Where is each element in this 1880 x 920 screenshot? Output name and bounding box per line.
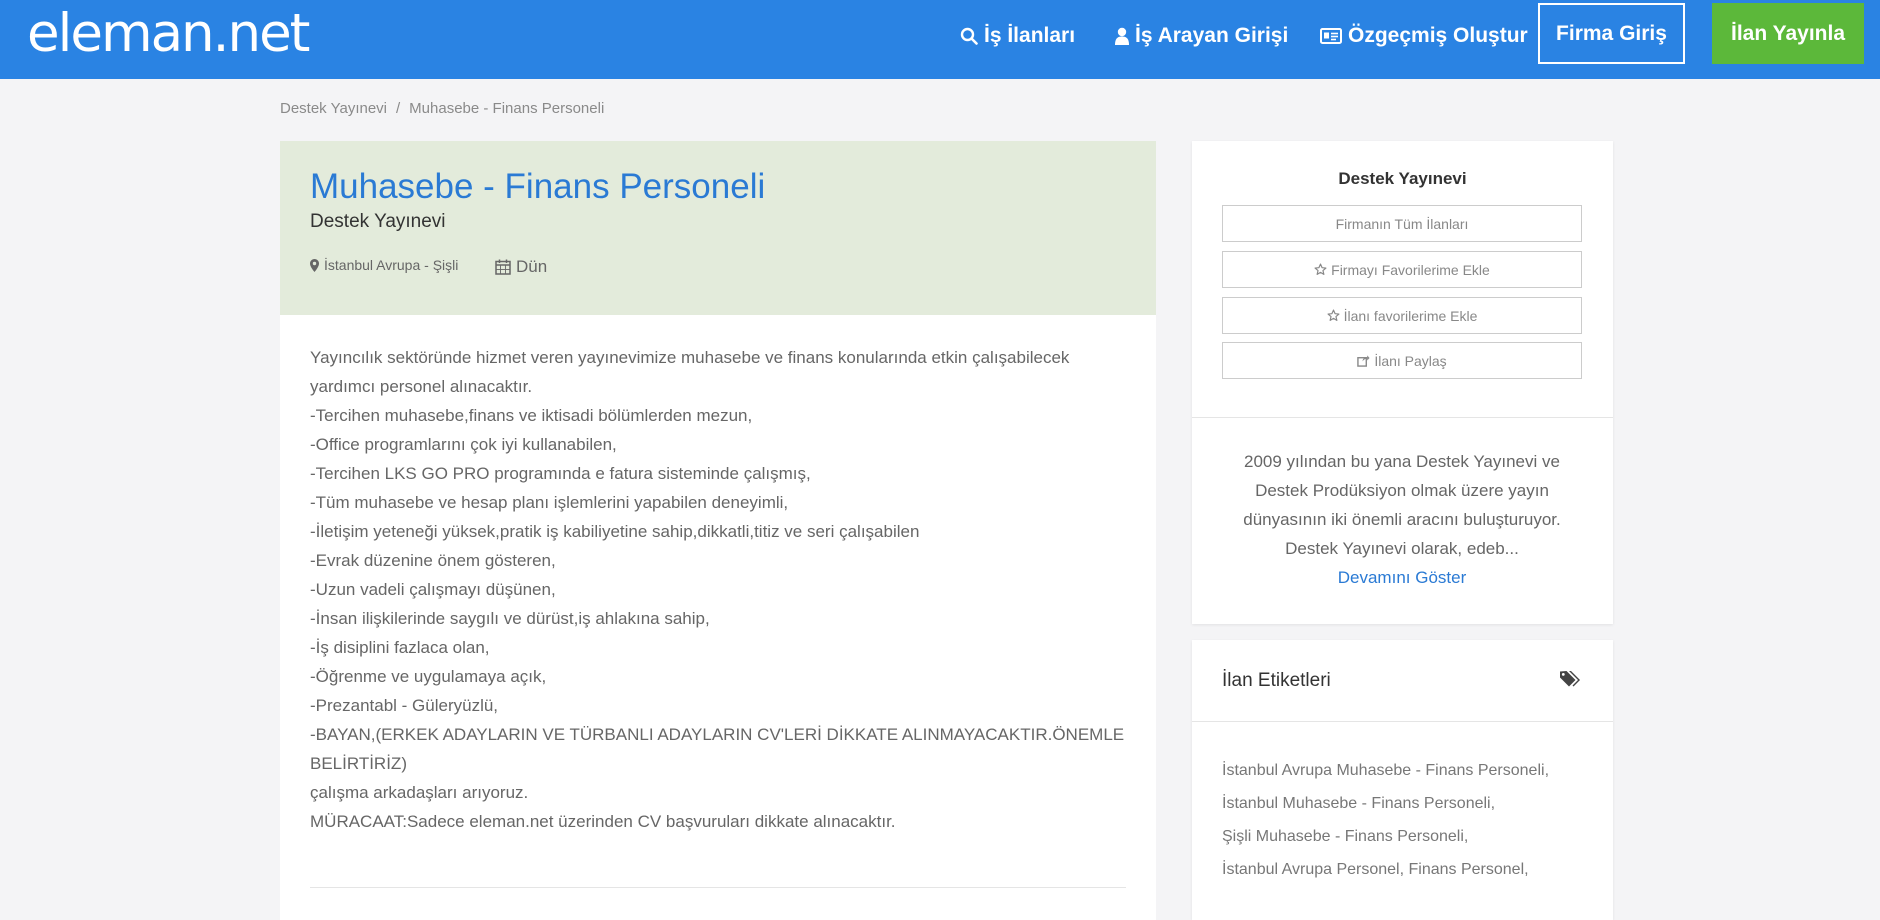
star-outline-icon <box>1314 263 1327 275</box>
id-card-icon <box>1320 28 1342 44</box>
company-about: 2009 yılından bu yana Destek Yayınevi ve… <box>1222 447 1582 592</box>
tag-list: İstanbul Avrupa Muhasebe - Finans Person… <box>1222 754 1572 886</box>
star-outline-icon <box>1327 309 1340 321</box>
nav-seeker-login[interactable]: İş Arayan Girişi <box>1115 20 1288 52</box>
job-company-name[interactable]: Destek Yayınevi <box>310 211 446 233</box>
section-divider <box>310 887 1126 888</box>
nav-job-listings-label: İş İlanları <box>984 24 1076 47</box>
map-marker-icon <box>310 258 319 272</box>
job-tags-card: İlan Etiketleri İstanbul Avrupa Muhasebe… <box>1192 640 1613 920</box>
card-divider <box>1192 417 1613 418</box>
description-line: çalışma arkadaşları arıyoruz. <box>310 783 529 802</box>
user-icon <box>1115 27 1129 45</box>
description-line: -Tercihen muhasebe,finans ve iktisadi bö… <box>310 406 753 425</box>
tag-link[interactable]: Şişli Muhasebe - Finans Personeli, <box>1222 828 1468 845</box>
tag-link[interactable]: İstanbul Avrupa Personel, <box>1222 861 1404 878</box>
description-line: -Prezantabl - Güleryüzlü, <box>310 696 499 715</box>
job-tags-title: İlan Etiketleri <box>1222 670 1331 691</box>
job-title: Muhasebe - Finans Personeli <box>310 167 766 206</box>
tag-link[interactable]: Finans Personel, <box>1409 861 1529 878</box>
all-company-jobs-label: Firmanın Tüm İlanları <box>1335 215 1469 232</box>
nav-job-listings[interactable]: İş İlanları <box>960 20 1075 52</box>
description-line: -Tercihen LKS GO PRO programında e fatur… <box>310 464 811 483</box>
card-divider <box>1192 721 1613 722</box>
description-line: MÜRACAAT:Sadece eleman.net üzerinden CV … <box>310 812 896 831</box>
job-description: Yayıncılık sektöründe hizmet veren yayın… <box>310 343 1130 836</box>
description-line: -Öğrenme ve uygulamaya açık, <box>310 667 547 686</box>
favorite-job-button[interactable]: İlanı favorilerime Ekle <box>1222 297 1582 334</box>
description-line: Yayıncılık sektöründe hizmet veren yayın… <box>310 348 1070 396</box>
share-icon <box>1357 355 1370 367</box>
company-card: Destek Yayınevi Firmanın Tüm İlanları Fi… <box>1192 141 1613 624</box>
nav-create-cv[interactable]: Özgeçmiş Oluştur <box>1320 20 1528 52</box>
job-description-card: Yayıncılık sektöründe hizmet veren yayın… <box>280 315 1156 920</box>
description-line: -Uzun vadeli çalışmayı düşünen, <box>310 580 556 599</box>
description-line: -BAYAN,(ERKEK ADAYLARIN VE TÜRBANLI ADAY… <box>310 725 1125 773</box>
tags-icon <box>1560 671 1580 687</box>
breadcrumb-separator: / <box>396 100 401 117</box>
company-card-name: Destek Yayınevi <box>1338 169 1467 188</box>
tag-link[interactable]: İstanbul Avrupa Muhasebe - Finans Person… <box>1222 762 1549 779</box>
favorite-job-label: İlanı favorilerime Ekle <box>1343 307 1478 324</box>
description-line: -İş disiplini fazlaca olan, <box>310 638 490 657</box>
nav-create-cv-label: Özgeçmiş Oluştur <box>1348 24 1528 47</box>
company-about-text: 2009 yılından bu yana Destek Yayınevi ve… <box>1243 452 1561 558</box>
description-line: -Evrak düzenine önem gösteren, <box>310 551 556 570</box>
breadcrumb-current: Muhasebe - Finans Personeli <box>409 100 605 117</box>
favorite-company-button[interactable]: Firmayı Favorilerime Ekle <box>1222 251 1582 288</box>
description-line: -İletişim yeteneği yüksek,pratik iş kabi… <box>310 522 920 541</box>
all-company-jobs-button[interactable]: Firmanın Tüm İlanları <box>1222 205 1582 242</box>
description-line: -Office programlarını çok iyi kullanabil… <box>310 435 617 454</box>
breadcrumb-company-link[interactable]: Destek Yayınevi <box>280 100 387 117</box>
site-logo[interactable]: eleman.net <box>27 4 310 64</box>
job-location-text: İstanbul Avrupa - Şişli <box>324 257 459 273</box>
show-more-link[interactable]: Devamını Göster <box>1338 568 1467 587</box>
tag-link[interactable]: İstanbul Muhasebe - Finans Personeli, <box>1222 795 1495 812</box>
top-navbar: eleman.net İş İlanları İş Arayan Girişi … <box>0 0 1880 79</box>
search-icon <box>960 27 978 45</box>
share-job-label: İlanı Paylaş <box>1374 352 1447 369</box>
company-login-button[interactable]: Firma Giriş <box>1538 3 1685 64</box>
share-job-button[interactable]: İlanı Paylaş <box>1222 342 1582 379</box>
job-header: Muhasebe - Finans Personeli Destek Yayın… <box>280 141 1156 315</box>
job-location: İstanbul Avrupa - Şişli <box>310 257 458 273</box>
post-job-button[interactable]: İlan Yayınla <box>1712 3 1864 64</box>
job-date: Dün <box>495 257 547 277</box>
calendar-icon <box>495 259 511 275</box>
description-line: -İnsan ilişkilerinde saygılı ve dürüst,i… <box>310 609 710 628</box>
description-line: -Tüm muhasebe ve hesap planı işlemlerini… <box>310 493 789 512</box>
favorite-company-label: Firmayı Favorilerime Ekle <box>1331 261 1490 278</box>
breadcrumb: Destek Yayınevi / Muhasebe - Finans Person… <box>280 100 604 117</box>
job-date-text: Dün <box>516 257 548 276</box>
nav-seeker-login-label: İş Arayan Girişi <box>1135 24 1289 47</box>
